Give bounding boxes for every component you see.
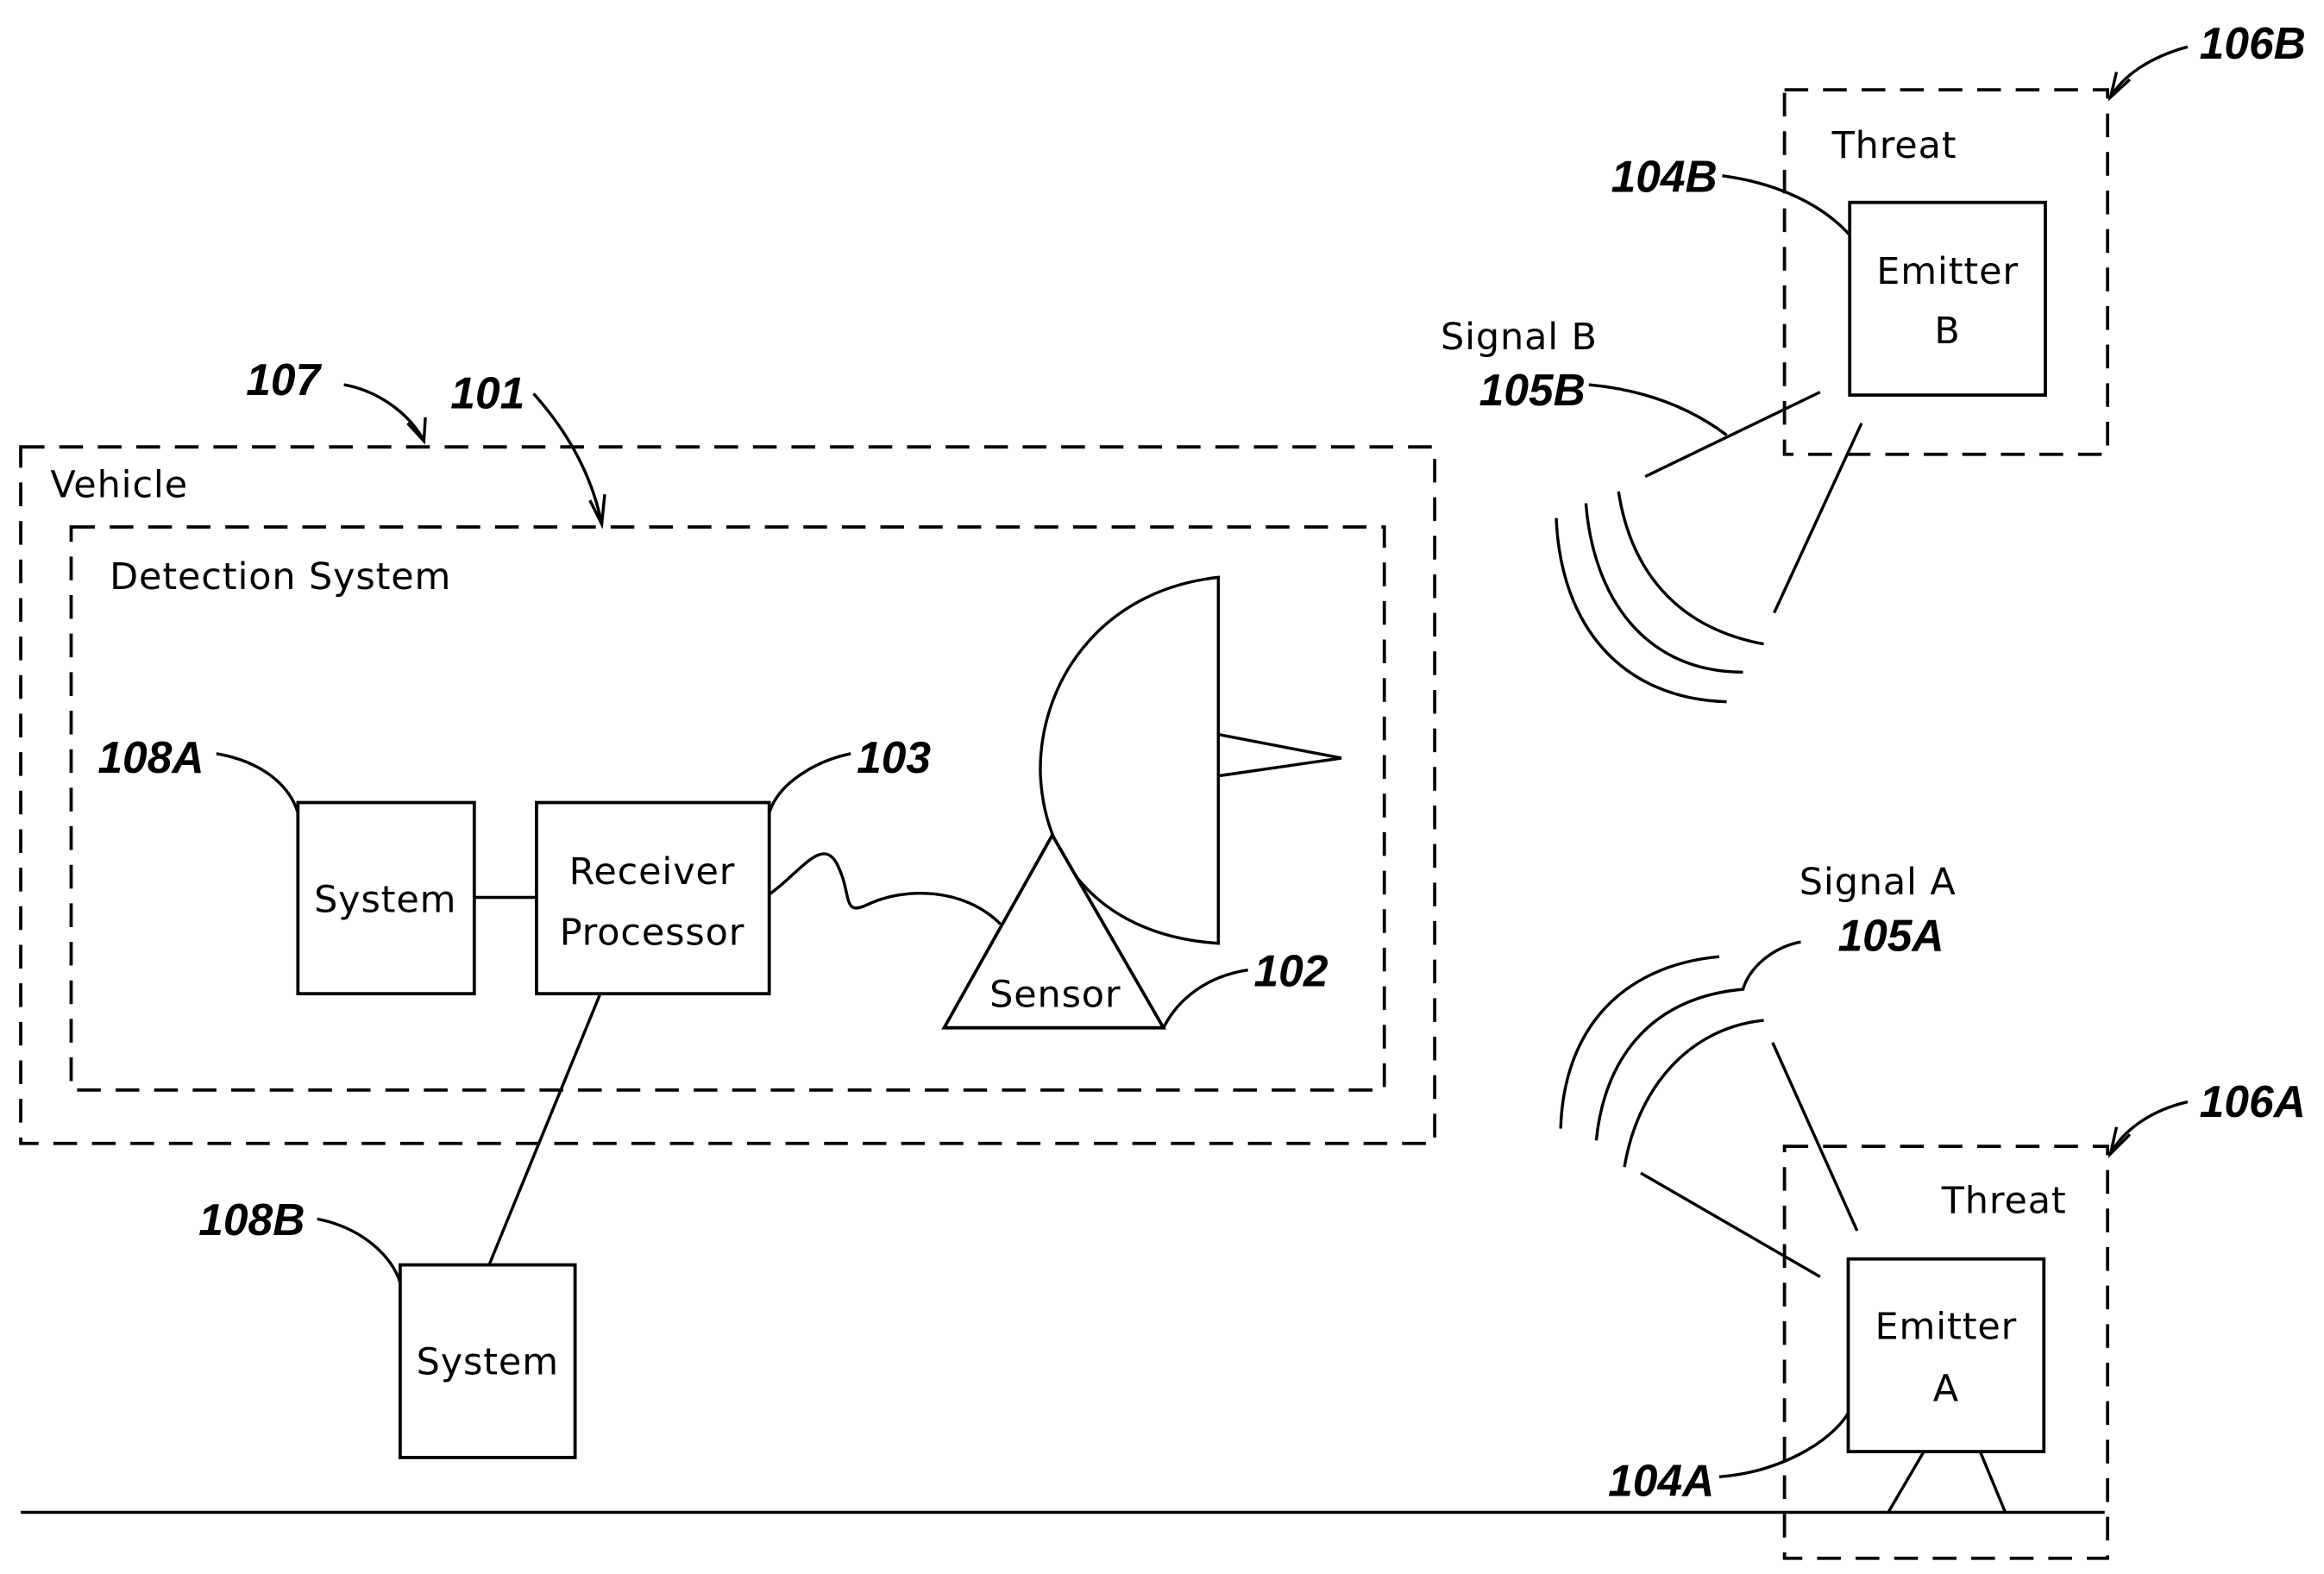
- receiver-sensor-link: [768, 852, 1002, 925]
- signal-a-beam-upper: [1771, 1042, 1859, 1232]
- threat-a-ref-arrow: [2109, 1100, 2189, 1155]
- detection-system-label: Detection System: [110, 555, 451, 599]
- sensor-feed-horn: [1217, 732, 1342, 778]
- signal-b-wave-1: [1617, 491, 1764, 646]
- signal-a-label: Signal A: [1800, 861, 1957, 904]
- emitter-b-box: [1848, 200, 2047, 397]
- emitter-a-line2: A: [1933, 1368, 1959, 1411]
- signal-a-wave-1: [1559, 955, 1720, 1129]
- system-b-ref: 108B: [198, 1195, 305, 1245]
- receiver-processor-ref: 103: [857, 732, 931, 782]
- receiver-processor-box: [535, 800, 771, 996]
- signal-a-ref: 105A: [1837, 910, 1944, 960]
- system-b-label: System: [417, 1341, 559, 1384]
- receiver-processor-ref-leader: [768, 752, 851, 814]
- sensor-label: Sensor: [989, 974, 1121, 1017]
- vehicle-ref: 107: [246, 354, 322, 404]
- receiver-processor-line2: Processor: [560, 911, 745, 954]
- system-a-ref-leader: [216, 752, 299, 814]
- patent-diagram: Vehicle 107 Detection System 101 System …: [19, 18, 2306, 1560]
- vehicle-boundary: [19, 445, 1437, 1145]
- emitter-a-line1: Emitter: [1875, 1305, 2018, 1348]
- vehicle-label: Vehicle: [50, 464, 188, 507]
- threat-b-label: Threat: [1831, 124, 1957, 167]
- system-b-ref-leader: [317, 1217, 402, 1283]
- signal-b-label: Signal B: [1441, 316, 1598, 359]
- detection-system-ref: 101: [450, 368, 524, 418]
- threat-a-label: Threat: [1941, 1179, 2067, 1222]
- signal-b-wave-3: [1555, 517, 1727, 704]
- emitter-a-box: [1846, 1257, 2046, 1453]
- signal-b-ref-leader: [1588, 383, 1728, 436]
- sensor-ref: 102: [1254, 946, 1328, 996]
- system-a-ref: 108A: [97, 732, 204, 782]
- threat-b-ref: 106B: [2200, 18, 2306, 68]
- receiver-system-b-link: [487, 993, 602, 1266]
- sensor-ref-leader: [1162, 968, 1248, 1029]
- signal-a-beam-lower: [1640, 1171, 1821, 1278]
- signal-a-wave-2: [1594, 940, 1801, 1141]
- signal-b-ref: 105B: [1479, 365, 1586, 415]
- emitter-a-stand: [1887, 1451, 2007, 1514]
- emitter-b-ref: 104B: [1611, 152, 1718, 202]
- emitter-b-line1: Emitter: [1876, 250, 2019, 293]
- vehicle-ref-arrow: [343, 383, 424, 439]
- emitter-a-ref: 104A: [1608, 1456, 1714, 1506]
- receiver-processor-line1: Receiver: [569, 850, 736, 894]
- system-a-label: System: [314, 879, 456, 922]
- signal-b-beam-lower: [1773, 422, 1863, 614]
- emitter-b-line2: B: [1934, 310, 1960, 353]
- signal-b-wave-2: [1584, 503, 1743, 674]
- threat-a-ref: 106A: [2200, 1076, 2306, 1126]
- threat-b-ref-arrow: [2109, 45, 2189, 98]
- signal-a-wave-3: [1623, 1019, 1764, 1168]
